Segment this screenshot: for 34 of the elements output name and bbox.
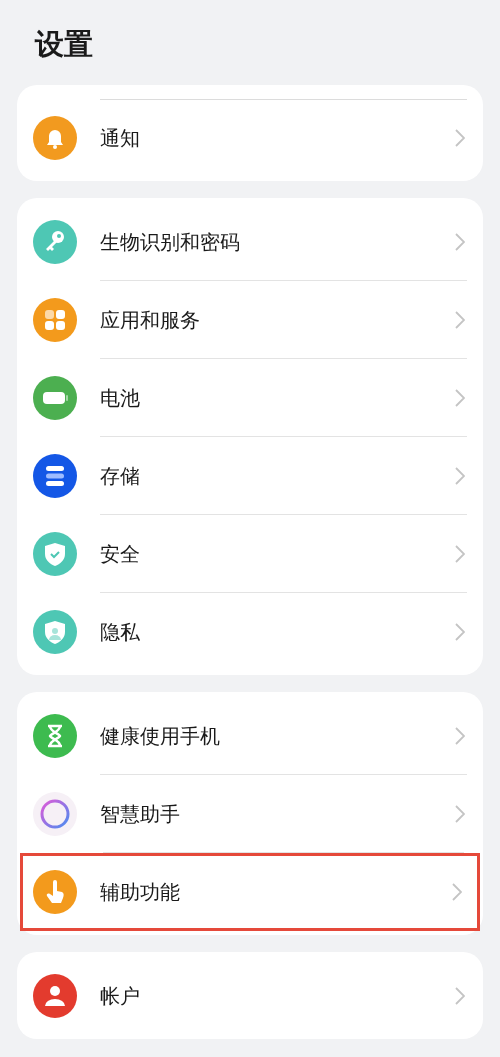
settings-item[interactable]: 生物识别和密码: [17, 203, 483, 281]
chevron-icon: [455, 727, 465, 745]
settings-item[interactable]: 通知: [17, 99, 483, 177]
settings-item[interactable]: 应用和服务: [17, 281, 483, 359]
storage-icon: [33, 454, 77, 498]
settings-item[interactable]: 智慧助手: [17, 775, 483, 853]
chevron-icon: [455, 987, 465, 1005]
shield-icon: [33, 532, 77, 576]
settings-item[interactable]: 安全: [17, 515, 483, 593]
bell-icon: [33, 116, 77, 160]
chevron-icon: [455, 545, 465, 563]
apps-icon: [33, 298, 77, 342]
settings-item[interactable]: 辅助功能: [20, 853, 480, 931]
settings-item[interactable]: 健康使用手机: [17, 697, 483, 775]
shield-person-icon: [33, 610, 77, 654]
chevron-icon: [455, 623, 465, 641]
key-icon: [33, 220, 77, 264]
settings-item[interactable]: 存储: [17, 437, 483, 515]
chevron-icon: [455, 467, 465, 485]
chevron-icon: [455, 129, 465, 147]
settings-item[interactable]: 帐户: [17, 957, 483, 1035]
hourglass-icon: [33, 714, 77, 758]
battery-icon: [33, 376, 77, 420]
chevron-icon: [455, 233, 465, 251]
settings-item[interactable]: 电池: [17, 359, 483, 437]
page-title: 设置: [35, 26, 94, 63]
settings-item[interactable]: 隐私: [17, 593, 483, 671]
person-icon: [33, 974, 77, 1018]
chevron-icon: [455, 805, 465, 823]
ring-icon: [33, 792, 77, 836]
chevron-icon: [452, 883, 462, 901]
hand-icon: [33, 870, 77, 914]
chevron-icon: [455, 311, 465, 329]
chevron-icon: [455, 389, 465, 407]
